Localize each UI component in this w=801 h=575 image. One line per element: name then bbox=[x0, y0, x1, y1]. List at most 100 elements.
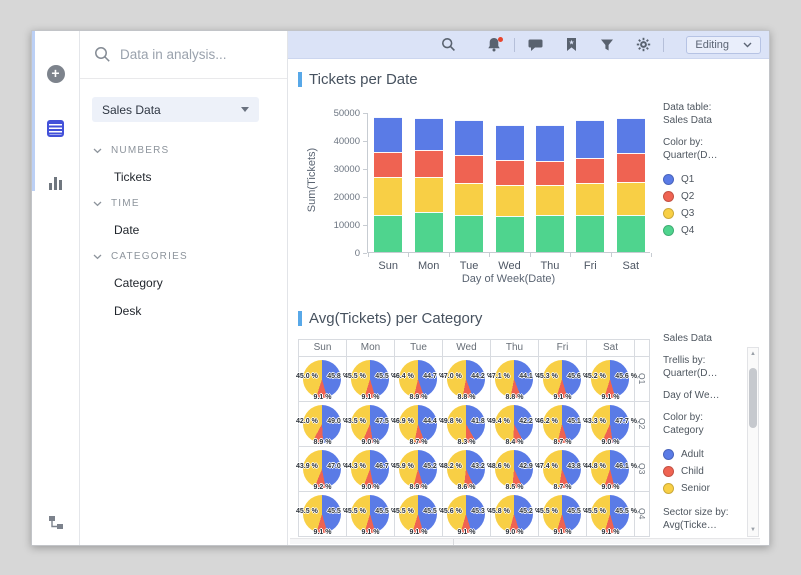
bar-segment-q4-tue[interactable] bbox=[455, 215, 483, 252]
bar-segment-q3-thu[interactable] bbox=[536, 185, 564, 215]
bar-segment-q3-mon[interactable] bbox=[415, 177, 443, 212]
field-item-category[interactable]: Category bbox=[80, 269, 287, 297]
toolbar-divider bbox=[514, 38, 515, 52]
bar-segment-q1-mon[interactable] bbox=[415, 118, 443, 150]
bar-segment-q4-thu[interactable] bbox=[536, 215, 564, 252]
pie-label-child: 8.3 % bbox=[443, 439, 490, 446]
bar-segment-q4-sat[interactable] bbox=[617, 215, 645, 252]
bar-segment-q2-mon[interactable] bbox=[415, 150, 443, 177]
legend-color-dot bbox=[663, 466, 674, 477]
bar-segment-q3-tue[interactable] bbox=[455, 183, 483, 215]
data-table-selector[interactable]: Sales Data bbox=[92, 97, 259, 122]
legend-label: Sales Data bbox=[663, 332, 712, 345]
field-item-tickets[interactable]: Tickets bbox=[80, 163, 287, 191]
pie-label-child: 9.1 % bbox=[347, 394, 394, 401]
legend-text: Avg(Ticke… bbox=[663, 519, 745, 532]
scroll-up-icon[interactable]: ▲ bbox=[748, 348, 758, 360]
y-tick-mark bbox=[363, 113, 367, 114]
analysis-structure-icon[interactable] bbox=[32, 507, 80, 537]
legend-label: Quarter(D… bbox=[663, 367, 717, 380]
trellis-cell-q4-sun: 45.5 %45.5 %9.1 % bbox=[299, 492, 346, 536]
legend-scrollbar[interactable]: ▲ ▼ bbox=[747, 347, 759, 537]
bookmarks-icon[interactable]: ★ bbox=[561, 35, 581, 55]
scroll-down-icon[interactable]: ▼ bbox=[748, 524, 758, 536]
search-input[interactable] bbox=[120, 47, 273, 62]
legend-entry[interactable]: Senior bbox=[663, 480, 745, 497]
field-section-header[interactable]: NUMBERS bbox=[80, 138, 287, 163]
bar-segment-q4-fri[interactable] bbox=[576, 215, 604, 252]
visualization-types-icon[interactable] bbox=[32, 168, 80, 198]
bar-segment-q4-wed[interactable] bbox=[496, 216, 524, 252]
legend-color-dot bbox=[663, 191, 674, 202]
trellis-cell-q4-mon: 45.5 %45.5 %9.1 % bbox=[347, 492, 394, 536]
bar-segment-q2-tue[interactable] bbox=[455, 155, 483, 183]
bar-segment-q3-wed[interactable] bbox=[496, 185, 524, 216]
legend-entry[interactable]: Adult bbox=[663, 446, 745, 463]
legend-color-dot bbox=[663, 208, 674, 219]
legend-entry[interactable]: Child bbox=[663, 463, 745, 480]
trellis-cell-q2-thu: 49.4 %42.2 %8.4 % bbox=[491, 402, 538, 446]
top-toolbar: ★ bbox=[288, 31, 769, 59]
pie-label-senior: 45.5 % bbox=[392, 508, 414, 515]
bar-segment-q3-sun[interactable] bbox=[374, 177, 402, 215]
filters-icon[interactable] bbox=[597, 35, 617, 55]
add-icon[interactable]: + bbox=[32, 59, 80, 89]
legend-entry[interactable]: Q3 bbox=[663, 205, 763, 222]
bar-segment-q1-sun[interactable] bbox=[374, 117, 402, 153]
pie-label-child: 9.0 % bbox=[347, 484, 394, 491]
legend-label: Sector size by: bbox=[663, 506, 729, 519]
legend-label: Data table: bbox=[663, 101, 711, 114]
pie-label-child: 8.5 % bbox=[491, 484, 538, 491]
bar-segment-q1-tue[interactable] bbox=[455, 120, 483, 155]
bar-segment-q2-sat[interactable] bbox=[617, 153, 645, 182]
legend-entry[interactable]: Q2 bbox=[663, 188, 763, 205]
trellis-cell-q4-wed: 45.6 %45.3 %9.1 % bbox=[443, 492, 490, 536]
legend-entry[interactable]: Q4 bbox=[663, 222, 763, 239]
y-tick-label: 40000 bbox=[318, 136, 360, 147]
chevron-down-icon bbox=[93, 254, 102, 260]
bar-segment-q3-fri[interactable] bbox=[576, 183, 604, 215]
pie-label-senior: 43.3 % bbox=[584, 418, 606, 425]
bar-segment-q3-sat[interactable] bbox=[617, 182, 645, 215]
bar-segment-q2-thu[interactable] bbox=[536, 161, 564, 185]
settings-icon[interactable] bbox=[633, 35, 653, 55]
field-item-date[interactable]: Date bbox=[80, 216, 287, 244]
search-icon[interactable] bbox=[438, 35, 458, 55]
data-in-analysis-icon[interactable] bbox=[32, 113, 80, 143]
trellis-cell-q2-sun: 42.0 %49.0 %8.9 % bbox=[299, 402, 346, 446]
bar-segment-q1-wed[interactable] bbox=[496, 125, 524, 159]
legend-text: Sector size by: bbox=[663, 506, 745, 519]
pie-label-senior: 45.5 % bbox=[584, 508, 606, 515]
field-section-header[interactable]: CATEGORIES bbox=[80, 244, 287, 269]
legend-entry[interactable]: Q1 bbox=[663, 171, 763, 188]
trellis-row-label-text: Q3 bbox=[637, 463, 647, 474]
trellis-column-header: Wed bbox=[443, 340, 490, 356]
trellis-row-label: Q2 bbox=[635, 402, 649, 446]
field-item-desk[interactable]: Desk bbox=[80, 297, 287, 325]
bar-segment-q4-sun[interactable] bbox=[374, 215, 402, 252]
comments-icon[interactable] bbox=[525, 35, 545, 55]
bar-segment-q1-fri[interactable] bbox=[576, 120, 604, 158]
field-section-header[interactable]: TIME bbox=[80, 191, 287, 216]
legend-text: Day of We… bbox=[663, 389, 745, 402]
pie-label-child: 9.1 % bbox=[299, 394, 346, 401]
pie-label-child: 8.7 % bbox=[539, 484, 586, 491]
y-tick-mark bbox=[363, 225, 367, 226]
bar-segment-q1-thu[interactable] bbox=[536, 125, 564, 160]
editing-mode-dropdown[interactable]: Editing bbox=[686, 36, 761, 54]
chevron-down-icon bbox=[93, 148, 102, 154]
y-tick-label: 30000 bbox=[318, 164, 360, 175]
legend-label: Senior bbox=[681, 480, 710, 497]
bar-segment-q2-sun[interactable] bbox=[374, 152, 402, 177]
bar-segment-q2-fri[interactable] bbox=[576, 158, 604, 183]
bar-segment-q4-mon[interactable] bbox=[415, 212, 443, 252]
bar-segment-q2-wed[interactable] bbox=[496, 160, 524, 185]
legend-label: Trellis by: bbox=[663, 354, 705, 367]
bar-segment-q1-sat[interactable] bbox=[617, 118, 645, 153]
scrollbar-thumb[interactable] bbox=[749, 368, 757, 428]
legend-label: Day of We… bbox=[663, 389, 720, 402]
notifications-icon[interactable] bbox=[484, 35, 504, 55]
pie-label-senior: 45.3 % bbox=[536, 373, 558, 380]
x-tick-mark bbox=[611, 253, 612, 257]
horizontal-scrollbar[interactable] bbox=[290, 538, 760, 544]
